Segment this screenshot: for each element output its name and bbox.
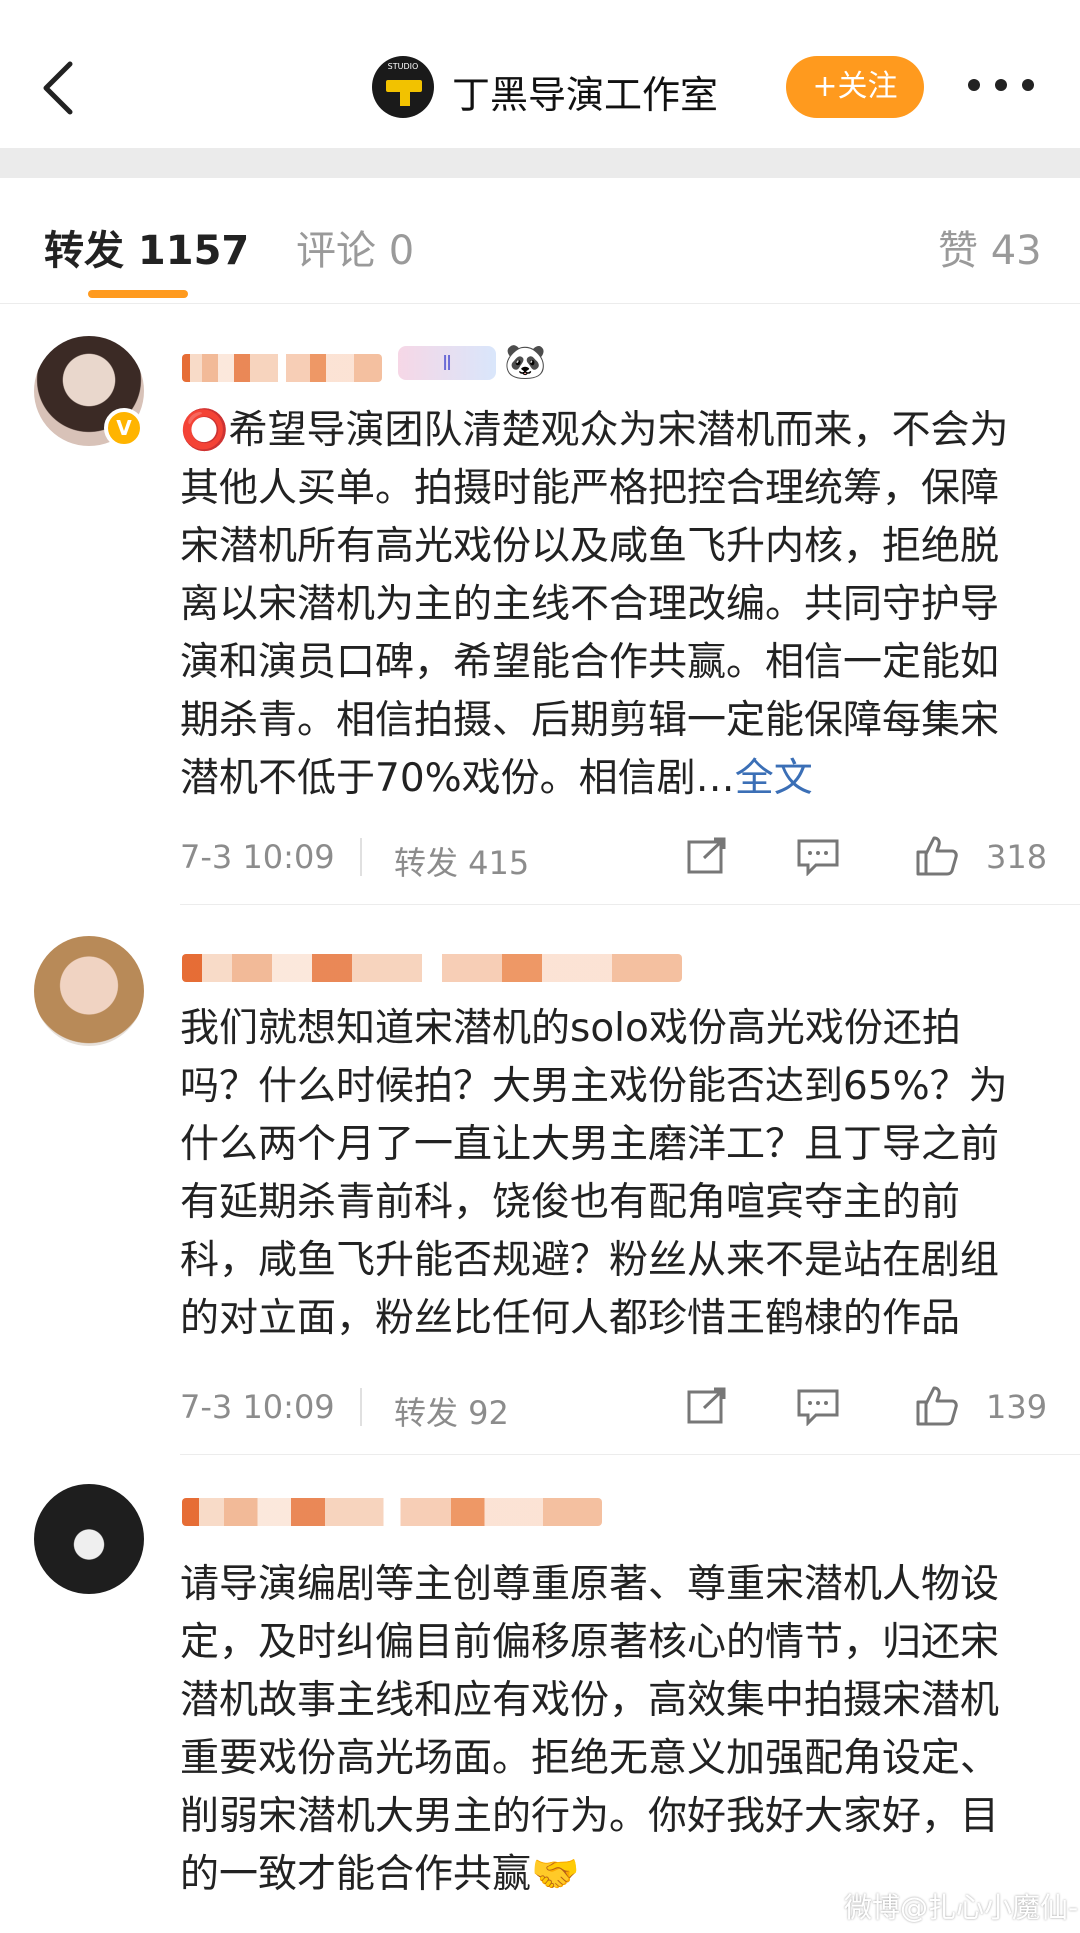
like-count: 318 xyxy=(986,838,1048,876)
username[interactable] xyxy=(182,1498,602,1526)
like-icon[interactable] xyxy=(914,832,960,886)
share-icon[interactable] xyxy=(686,1386,730,1434)
divider xyxy=(180,904,1080,905)
like-icon[interactable] xyxy=(914,1382,960,1436)
back-arrow-icon[interactable] xyxy=(38,60,78,116)
active-tab-indicator xyxy=(88,290,188,298)
post-time: 7-3 10:09 xyxy=(180,1388,335,1426)
studio-logo[interactable]: STUDIO xyxy=(372,56,434,118)
panda-icon: 🐼 xyxy=(504,342,547,382)
tab-bar: 转发 1157 评论 0 赞 43 xyxy=(0,178,1080,304)
share-icon[interactable] xyxy=(686,836,730,884)
full-text-link[interactable]: 全文 xyxy=(735,756,813,801)
more-options-icon[interactable] xyxy=(968,72,1034,98)
divider xyxy=(180,1454,1080,1455)
list-item: V Ⅱ 🐼 ⭕希望导演团队清楚观众为宋潜机而来，不会为其他人买单。拍摄时能严格把… xyxy=(0,320,1080,905)
post-text: 请导演编剧等主创尊重原著、尊重宋潜机人物设定，及时纠偏目前偏移原著核心的情节，归… xyxy=(180,1562,1000,1897)
tab-comment[interactable]: 评论 0 xyxy=(296,218,414,276)
post-meta: 7-3 10:09 转发 92 139 xyxy=(180,1382,1050,1432)
post-text: ⭕希望导演团队清楚观众为宋潜机而来，不会为其他人买单。拍摄时能严格把控合理统筹，… xyxy=(180,408,1009,801)
post-time: 7-3 10:09 xyxy=(180,838,335,876)
list-item: 我们就想知道宋潜机的solo戏份高光戏份还拍吗？什么时候拍？大男主戏份能否达到6… xyxy=(0,920,1080,1455)
username[interactable] xyxy=(182,354,382,382)
follow-button[interactable]: +关注 xyxy=(786,56,924,118)
verified-badge-icon: V xyxy=(104,408,144,448)
watermark: 微博@扎心小魔仙- xyxy=(844,1891,1079,1924)
username[interactable] xyxy=(182,954,682,982)
post-meta: 7-3 10:09 转发 415 318 xyxy=(180,832,1050,882)
repost-count[interactable]: 转发 415 xyxy=(394,838,529,884)
avatar[interactable] xyxy=(34,1484,144,1594)
post-text: 我们就想知道宋潜机的solo戏份高光戏份还拍吗？什么时候拍？大男主戏份能否达到6… xyxy=(180,1006,1008,1341)
like-count: 139 xyxy=(986,1388,1048,1426)
tab-like[interactable]: 赞 43 xyxy=(938,218,1042,276)
comment-icon[interactable] xyxy=(796,1386,840,1434)
section-separator xyxy=(0,148,1080,178)
top-bar: STUDIO 丁黑导演工作室 +关注 xyxy=(0,0,1080,148)
list-item: 请导演编剧等主创尊重原著、尊重宋潜机人物设定，及时纠偏目前偏移原著核心的情节，归… xyxy=(0,1474,1080,1933)
studio-name[interactable]: 丁黑导演工作室 xyxy=(452,64,718,119)
tab-repost[interactable]: 转发 1157 xyxy=(44,218,249,276)
repost-count[interactable]: 转发 92 xyxy=(394,1388,509,1434)
fan-badge: Ⅱ xyxy=(398,346,496,380)
meta-divider xyxy=(360,838,362,876)
avatar[interactable] xyxy=(34,936,144,1046)
meta-divider xyxy=(360,1388,362,1426)
comment-icon[interactable] xyxy=(796,836,840,884)
